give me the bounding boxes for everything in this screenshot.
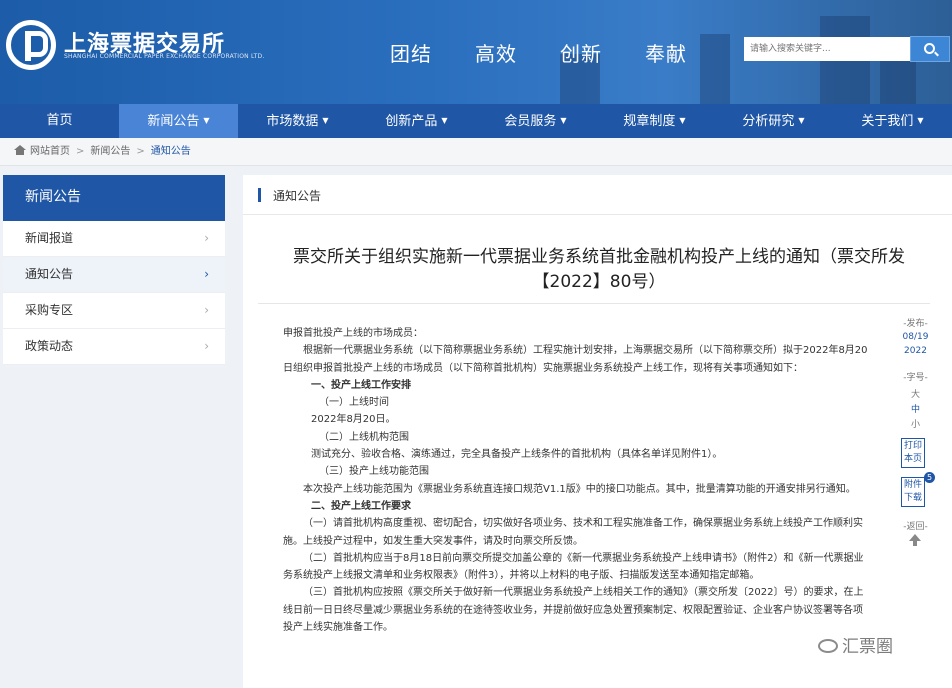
article-paragraph: （三）首批机构应按照《票交所关于做好新一代票据业务系统投产上线相关工作的通知》（… <box>283 587 864 634</box>
caret-down-icon: ▼ <box>560 116 567 125</box>
chevron-right-icon: › <box>204 231 209 245</box>
nav-item-regulations[interactable]: 规章制度 ▼ <box>595 104 714 138</box>
breadcrumb: 网站首页 > 新闻公告 > 通知公告 <box>0 138 952 166</box>
back-label: -返回- <box>903 522 928 532</box>
article-body: 申报首批投产上线的市场成员： 根据新一代票据业务系统（以下简称票据业务系统）工程… <box>283 325 869 636</box>
wechat-icon <box>818 639 838 653</box>
article-paragraph: （二）上线机构范围 <box>319 431 409 443</box>
font-size-large[interactable]: 大 <box>893 387 938 400</box>
nav-label: 会员服务 <box>504 114 557 129</box>
sidebar-item-policy[interactable]: 政策动态 › <box>3 329 225 365</box>
article-heading: 二、投产上线工作要求 <box>311 500 411 512</box>
nav-item-member-services[interactable]: 会员服务 ▼ <box>476 104 595 138</box>
article-paragraph: （一）请首批机构高度重视、密切配合，切实做好各项业务、技术和工程实施准备工作，确… <box>283 518 863 547</box>
search-icon <box>924 43 935 54</box>
sidebar-title: 新闻公告 <box>3 175 225 221</box>
site-header: 上海票据交易所 SHANGHAI COMMERCIAL PAPER EXCHAN… <box>0 0 952 104</box>
font-size-medium[interactable]: 中 <box>893 402 938 415</box>
nav-label: 创新产品 <box>385 114 438 129</box>
nav-item-products[interactable]: 创新产品 ▼ <box>357 104 476 138</box>
section-header: 通知公告 <box>243 175 952 215</box>
main-nav: 首页 新闻公告 ▼ 市场数据 ▼ 创新产品 ▼ 会员服务 ▼ 规章制度 ▼ 分析研究 ▼ 关… <box>0 104 952 138</box>
nav-item-news[interactable]: 新闻公告 ▼ <box>119 104 238 138</box>
caret-down-icon: ▼ <box>203 116 210 125</box>
print-button[interactable]: 打印本页 <box>901 438 925 468</box>
article-paragraph: 根据新一代票据业务系统（以下简称票据业务系统）工程实施计划安排，上海票据交易所（… <box>283 345 868 374</box>
nav-item-research[interactable]: 分析研究 ▼ <box>714 104 833 138</box>
nav-label: 规章制度 <box>623 114 676 129</box>
publish-date-year: 2022 <box>904 346 927 356</box>
publish-label: -发布- <box>903 319 928 329</box>
breadcrumb-separator: > <box>136 146 145 157</box>
article-paragraph: 本次投产上线功能范围为《票据业务系统直连接口规范V1.1版》中的接口功能点。其中… <box>303 483 856 495</box>
sidebar-item-news-reports[interactable]: 新闻报道 › <box>3 221 225 257</box>
chevron-right-icon: › <box>204 303 209 317</box>
nav-label: 关于我们 <box>861 114 914 129</box>
breadcrumb-home-link[interactable]: 网站首页 <box>30 146 70 157</box>
font-size-label: -字号- <box>903 373 928 383</box>
caret-down-icon: ▼ <box>917 116 924 125</box>
sidebar-item-notices[interactable]: 通知公告 › <box>3 257 225 293</box>
skyline-decoration <box>700 34 730 104</box>
breadcrumb-current: 通知公告 <box>150 146 191 157</box>
nav-item-market-data[interactable]: 市场数据 ▼ <box>238 104 357 138</box>
sidebar-item-label: 政策动态 <box>25 339 74 353</box>
article-heading: 一、投产上线工作安排 <box>311 379 411 391</box>
sidebar-item-label: 通知公告 <box>25 267 74 281</box>
caret-down-icon: ▼ <box>798 116 805 125</box>
back-to-top-icon[interactable] <box>909 534 921 546</box>
home-icon <box>14 145 26 155</box>
divider <box>258 303 930 304</box>
font-size-small[interactable]: 小 <box>893 417 938 430</box>
nav-label: 首页 <box>46 113 73 128</box>
chevron-right-icon: › <box>204 339 209 353</box>
section-title: 通知公告 <box>273 189 322 203</box>
sidebar-item-label: 采购专区 <box>25 303 74 317</box>
article-paragraph: （一）上线时间 <box>319 397 389 409</box>
breadcrumb-news-link[interactable]: 新闻公告 <box>90 146 130 157</box>
breadcrumb-separator: > <box>76 146 85 157</box>
watermark: 汇票圈 <box>818 632 893 657</box>
nav-label: 新闻公告 <box>147 114 200 129</box>
caret-down-icon: ▼ <box>441 116 448 125</box>
slogan-2: 高效 <box>475 42 517 66</box>
nav-item-about[interactable]: 关于我们 ▼ <box>833 104 952 138</box>
caret-down-icon: ▼ <box>679 116 686 125</box>
nav-label: 分析研究 <box>742 114 795 129</box>
slogan-3: 创新 <box>560 42 602 66</box>
section-marker <box>258 188 261 202</box>
article-paragraph: 申报首批投产上线的市场成员： <box>283 328 423 339</box>
search-input[interactable] <box>744 37 910 61</box>
attachment-count-badge: 5 <box>924 472 935 483</box>
logo-icon <box>6 20 56 70</box>
sidebar-item-procurement[interactable]: 采购专区 › <box>3 293 225 329</box>
publish-date-md: 08/19 <box>902 332 929 342</box>
slogan-4: 奉献 <box>645 42 687 66</box>
article-title: 票交所关于组织实施新一代票据业务系统首批金融机构投产上线的通知（票交所发【202… <box>293 247 905 292</box>
caret-down-icon: ▼ <box>322 116 329 125</box>
slogan-1: 团结 <box>390 42 432 66</box>
article-paragraph: （二）首批机构应当于8月18日前向票交所提交加盖公章的《新一代票据业务系统投产上… <box>283 552 864 582</box>
search-button[interactable] <box>910 36 950 62</box>
nav-item-home[interactable]: 首页 <box>0 104 119 138</box>
attachment-download-button[interactable]: 附件下载 <box>901 477 925 507</box>
article-paragraph: 2022年8月20日。 <box>311 414 396 426</box>
sidebar: 新闻公告 新闻报道 › 通知公告 › 采购专区 › 政策动态 › <box>3 175 225 365</box>
sidebar-item-label: 新闻报道 <box>25 231 74 245</box>
main-content: 通知公告 票交所关于组织实施新一代票据业务系统首批金融机构投产上线的通知（票交所… <box>243 175 952 688</box>
watermark-text: 汇票圈 <box>842 637 893 657</box>
article-paragraph: 测试充分、验收合格、演练通过，完全具备投产上线条件的首批机构（具体名单详见附件1… <box>311 449 723 461</box>
chevron-right-icon: › <box>204 267 209 281</box>
nav-label: 市场数据 <box>266 114 319 129</box>
logo-subtext: SHANGHAI COMMERCIAL PAPER EXCHANGE CORPO… <box>64 53 265 60</box>
article-paragraph: （三）投产上线功能范围 <box>319 466 429 478</box>
